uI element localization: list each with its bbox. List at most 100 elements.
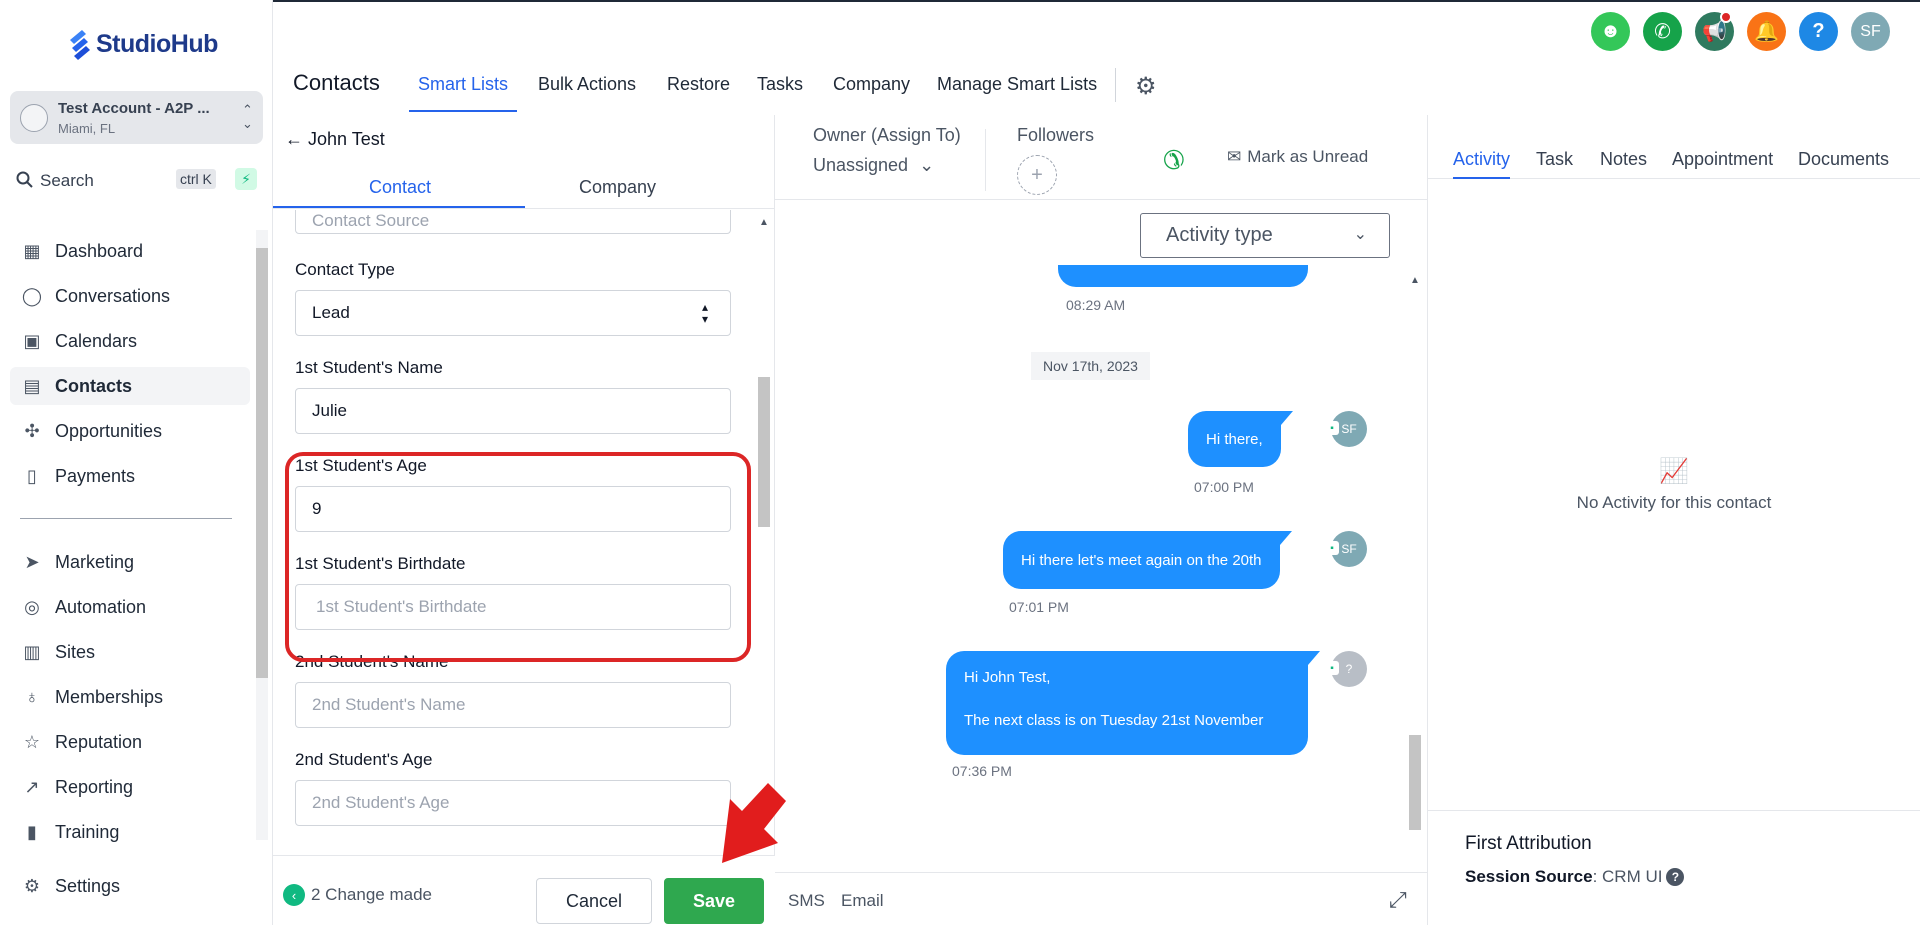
- tab-smart-lists[interactable]: Smart Lists: [418, 74, 508, 95]
- changes-indicator[interactable]: ‹ 2 Change made: [283, 884, 432, 906]
- select-updown-icon: ▴ ▾: [701, 300, 708, 326]
- payments-icon: ▯: [27, 465, 37, 486]
- message-time: 07:36 PM: [952, 763, 1012, 779]
- top-bar: Contacts Smart Lists Bulk Actions Restor…: [273, 0, 1920, 115]
- owner-select[interactable]: Unassigned ⌄: [813, 155, 934, 176]
- owner-label: Owner (Assign To): [813, 125, 961, 145]
- sender-initials: SF: [1341, 542, 1357, 556]
- expand-icon[interactable]: ⤢: [1389, 887, 1407, 913]
- save-button[interactable]: Save: [664, 878, 764, 924]
- contact-form: Contact Source Contact Type Lead ▴ ▾ 1st …: [273, 210, 753, 854]
- second-student-age-input[interactable]: 2nd Student's Age: [295, 780, 731, 826]
- add-follower-icon[interactable]: +: [1017, 155, 1057, 195]
- owner-value: Unassigned: [813, 155, 909, 175]
- conversation-panel: Owner (Assign To) Unassigned ⌄ Followers…: [775, 115, 1428, 925]
- page-title: Contacts: [293, 70, 380, 95]
- call-icon[interactable]: ✆: [1163, 145, 1185, 176]
- attribution-title: First Attribution: [1465, 833, 1592, 854]
- calendar-icon: ▣: [23, 330, 41, 351]
- cancel-button[interactable]: Cancel: [536, 878, 652, 924]
- logo[interactable]: StudioHub: [66, 28, 218, 60]
- scroll-up-icon[interactable]: ▲: [759, 217, 769, 228]
- search-bar[interactable]: Search ctrl K: [10, 163, 220, 197]
- book-icon: ▮: [27, 821, 37, 842]
- sidebar-scrollbar[interactable]: [253, 230, 271, 840]
- sender-initials: ?: [1345, 662, 1353, 676]
- tab-contact[interactable]: Contact: [369, 177, 431, 198]
- sidebar-item-automation[interactable]: ◎ Automation: [10, 588, 250, 626]
- empty-state-text: No Activity for this contact: [1576, 493, 1772, 512]
- sidebar-item-reporting[interactable]: ↗ Reporting: [10, 768, 250, 806]
- scroll-up-icon[interactable]: ▲: [1410, 275, 1420, 286]
- composer-tab-email[interactable]: Email: [841, 891, 884, 911]
- announcement-icon[interactable]: 📢: [1695, 11, 1734, 51]
- first-student-name-input[interactable]: Julie: [295, 388, 731, 434]
- bot-icon[interactable]: ☻: [1591, 12, 1630, 51]
- tab-documents[interactable]: Documents: [1798, 149, 1889, 170]
- mark-unread-label: Mark as Unread: [1247, 147, 1369, 166]
- quick-action-bolt-icon[interactable]: ⚡: [235, 168, 257, 190]
- tab-notes[interactable]: Notes: [1600, 149, 1647, 170]
- tab-restore[interactable]: Restore: [667, 74, 730, 95]
- mark-unread-button[interactable]: ✉ Mark as Unread: [1227, 147, 1368, 167]
- changes-label: 2 Change made: [311, 885, 432, 904]
- account-switcher[interactable]: Test Account - A2P ... Miami, FL ⌃ ⌄: [10, 91, 263, 144]
- activity-type-select[interactable]: Activity type ⌄: [1140, 213, 1390, 258]
- sidebar-item-conversations[interactable]: ◯ Conversations: [10, 277, 250, 315]
- sidebar-item-marketing[interactable]: ➤ Marketing: [10, 543, 250, 581]
- phone-icon[interactable]: ✆: [1643, 12, 1682, 51]
- search-icon: [16, 171, 33, 188]
- message-bubble[interactable]: Hi John Test, The next class is on Tuesd…: [946, 651, 1320, 755]
- scroll-thumb[interactable]: [1409, 735, 1421, 830]
- sidebar-item-label: Automation: [55, 596, 147, 617]
- composer-tab-sms[interactable]: SMS: [788, 891, 825, 911]
- field-label: Contact Type: [295, 260, 395, 279]
- message-bubble[interactable]: Hi there,: [1188, 411, 1293, 467]
- help-icon[interactable]: ?: [1666, 868, 1685, 886]
- message-bubble[interactable]: Hi there let's meet again on the 20th: [1003, 531, 1292, 589]
- user-avatar[interactable]: SF: [1851, 12, 1890, 51]
- tab-task[interactable]: Task: [1536, 149, 1573, 170]
- sidebar-item-settings[interactable]: ⚙ Settings: [10, 867, 250, 905]
- tab-company[interactable]: Company: [833, 74, 910, 95]
- tab-bulk-actions[interactable]: Bulk Actions: [538, 74, 636, 95]
- sidebar-item-sites[interactable]: ▥ Sites: [10, 633, 250, 671]
- sidebar-item-training[interactable]: ▮ Training: [10, 813, 250, 851]
- sidebar-item-opportunities[interactable]: ✣ Opportunities: [10, 412, 250, 450]
- sidebar-item-memberships[interactable]: ♁ Memberships: [10, 678, 250, 716]
- paper-plane-icon: ➤: [24, 551, 40, 572]
- message-bubble-partial: [1058, 265, 1308, 287]
- sidebar-item-calendars[interactable]: ▣ Calendars: [10, 322, 250, 360]
- message-time: 07:01 PM: [1009, 599, 1069, 615]
- sms-badge-icon: ▪: [1325, 541, 1339, 555]
- scroll-thumb[interactable]: [256, 248, 268, 678]
- back-to-contacts[interactable]: ← John Test: [285, 129, 385, 150]
- sites-icon: ▥: [23, 641, 41, 662]
- tab-appointment[interactable]: Appointment: [1672, 149, 1773, 170]
- account-avatar-icon: [20, 104, 48, 132]
- sidebar-item-label: Marketing: [55, 551, 135, 572]
- tab-activity[interactable]: Activity: [1453, 149, 1510, 170]
- star-icon: ☆: [23, 731, 41, 752]
- conversation-scrollbar[interactable]: ▲ ▼: [1407, 275, 1423, 925]
- contact-source-field[interactable]: Contact Source: [295, 210, 731, 234]
- settings-gear-icon[interactable]: ⚙: [1135, 72, 1157, 101]
- help-icon[interactable]: ?: [1799, 12, 1838, 51]
- sidebar-item-dashboard[interactable]: ▦ Dashboard: [10, 232, 250, 270]
- tab-manage-smart-lists[interactable]: Manage Smart Lists: [937, 74, 1097, 95]
- tab-company[interactable]: Company: [579, 177, 656, 198]
- message-time: 08:29 AM: [1066, 297, 1126, 313]
- bell-icon[interactable]: 🔔: [1747, 12, 1786, 51]
- sidebar-item-payments[interactable]: ▯ Payments: [10, 457, 250, 495]
- sidebar-item-contacts[interactable]: ▤ Contacts: [10, 367, 250, 405]
- sidebar-item-label: Sites: [55, 641, 96, 662]
- contact-type-select[interactable]: Lead ▴ ▾: [295, 290, 731, 336]
- sidebar-item-label: Dashboard: [55, 240, 144, 261]
- scroll-thumb[interactable]: [758, 377, 770, 527]
- sidebar-item-reputation[interactable]: ☆ Reputation: [10, 723, 250, 761]
- gear-icon: ⚙: [23, 875, 41, 896]
- sender-initials: SF: [1341, 422, 1357, 436]
- chat-bubble-icon: ◯: [21, 285, 43, 306]
- second-student-name-input[interactable]: 2nd Student's Name: [295, 682, 731, 728]
- tab-tasks[interactable]: Tasks: [757, 74, 803, 95]
